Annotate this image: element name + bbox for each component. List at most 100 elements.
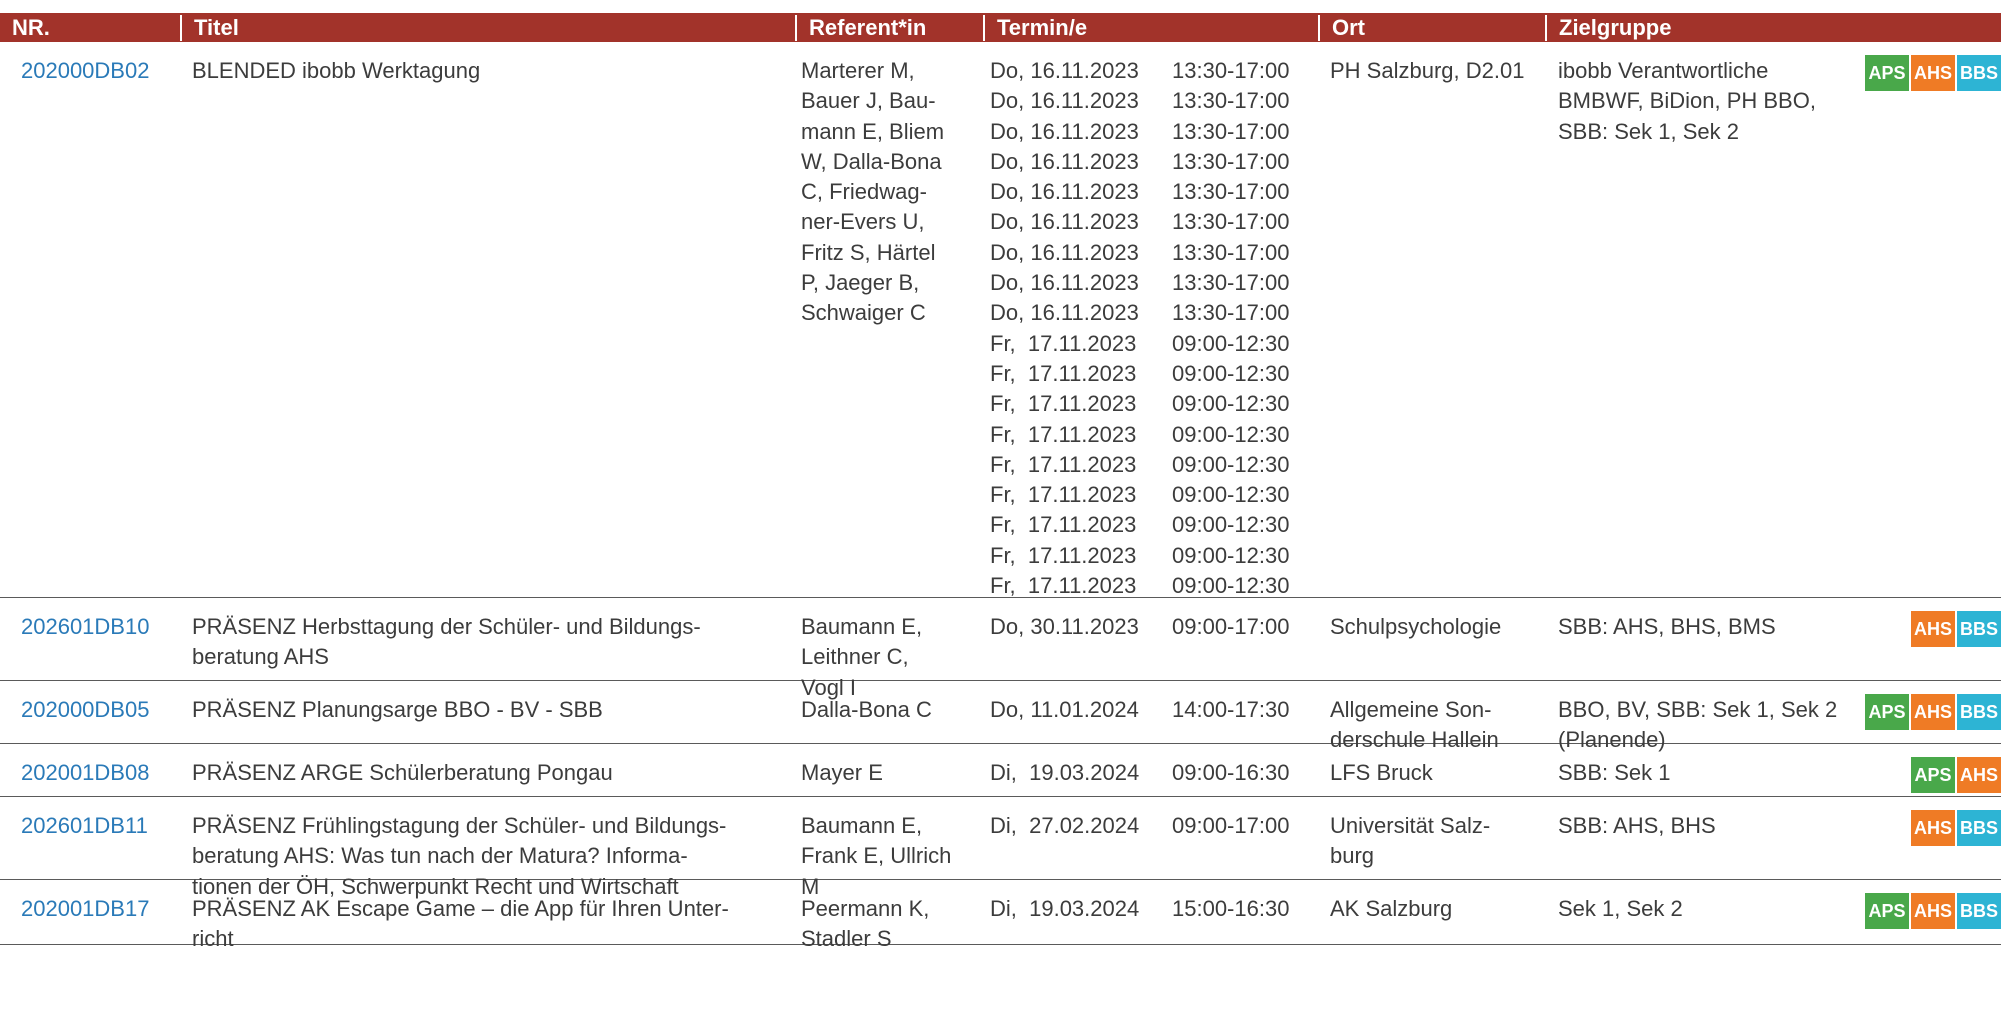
table-row: 202001DB08 PRÄSENZ ARGE Schülerberatung P…: [0, 744, 2001, 797]
event-referent-line: Baumann E,: [801, 813, 923, 838]
event-ort-line: LFS Bruck: [1330, 760, 1433, 785]
termin-time: 13:30-17:00: [1172, 88, 1290, 114]
termin-time: 09:00-16:30: [1172, 760, 1290, 785]
termin-line: Fr, 17.11.2023 09:00-12:30: [990, 541, 1310, 571]
termin-line: Do, 16.11.2023 13:30-17:00: [990, 86, 1310, 116]
school-type-badges: APS AHS BBS: [1863, 55, 2001, 91]
event-number-link[interactable]: 202001DB17: [21, 894, 149, 924]
event-number-link[interactable]: 202601DB10: [21, 612, 149, 642]
badge-aps: APS: [1911, 757, 1955, 793]
col-header-ort: Ort: [1318, 15, 1365, 41]
termin-date: Fr, 17.11.2023: [990, 391, 1137, 417]
event-number-link[interactable]: 202000DB05: [21, 695, 149, 725]
termin-line: Do, 16.11.2023 13:30-17:00: [990, 298, 1310, 328]
termin-date: Fr, 17.11.2023: [990, 421, 1137, 447]
event-ort: Schulpsychologie: [1330, 612, 1550, 642]
event-referent-line: Frank E, Ullrich: [801, 843, 952, 869]
termin-time: 09:00-17:00: [1172, 813, 1290, 838]
event-referent-line: Schwaiger C: [801, 300, 926, 326]
event-referent: Mayer E: [801, 758, 981, 788]
event-zielgruppe: ibobb Verantwortliche BMBWF, BiDion, PH B…: [1558, 56, 1858, 147]
termin-line: Do, 16.11.2023 13:30-17:00: [990, 177, 1310, 207]
badge-aps: APS: [1865, 893, 1909, 929]
termin-time: 09:00-12:30: [1172, 573, 1290, 599]
event-referent-line: Leithner C,: [801, 644, 909, 670]
termin-line: Fr, 17.11.2023 09:00-12:30: [990, 389, 1310, 419]
event-zielgruppe-line: ibobb Verantwortliche: [1558, 58, 1769, 83]
event-referent-line: P, Jaeger B,: [801, 270, 920, 296]
col-header-termin: Termin/e: [983, 15, 1087, 41]
termin-date: Do, 16.11.2023: [990, 209, 1139, 235]
event-number-link[interactable]: 202001DB08: [21, 758, 149, 788]
termin-time: 09:00-12:30: [1172, 391, 1290, 417]
termin-date: Di, 27.02.2024: [990, 813, 1140, 838]
termin-line: Fr, 17.11.2023 09:00-12:30: [990, 510, 1310, 540]
termin-date: Do, 16.11.2023: [990, 88, 1139, 114]
event-title: PRÄSENZ Herbsttagung der Schüler- und Bi…: [192, 612, 782, 673]
event-ort: PH Salzburg, D2.01: [1330, 56, 1550, 86]
termin-line: Do, 16.11.2023 13:30-17:00: [990, 117, 1310, 147]
badge-bbs: BBS: [1957, 810, 2001, 846]
event-table: 202000DB02 BLENDED ibobb Werktagung Marter…: [0, 42, 2001, 951]
event-ort: AK Salzburg: [1330, 894, 1550, 924]
termin-date: Do, 16.11.2023: [990, 179, 1139, 205]
event-title-line: BLENDED ibobb Werktagung: [192, 58, 481, 83]
col-header-zielgruppe: Zielgruppe: [1545, 15, 1671, 41]
termin-time: 09:00-12:30: [1172, 330, 1290, 356]
termin-line: Do, 16.11.2023 13:30-17:00: [990, 56, 1310, 86]
termin-time: 13:30-17:00: [1172, 300, 1290, 326]
event-referent-line: Bauer J, Bau-: [801, 88, 936, 114]
event-termine: Di, 19.03.2024 15:00-16:30: [990, 894, 1310, 924]
badge-aps: APS: [1865, 694, 1909, 730]
termin-time: 09:00-12:30: [1172, 542, 1290, 568]
termin-line: Di, 19.03.2024 09:00-16:30: [990, 758, 1310, 788]
col-header-referent: Referent*in: [795, 15, 926, 41]
event-ort-line: AK Salzburg: [1330, 896, 1453, 921]
event-zielgruppe-line: Sek 1, Sek 2: [1558, 896, 1683, 921]
termin-line: Do, 11.01.2024 14:00-17:30: [990, 695, 1310, 725]
event-zielgruppe: SBB: AHS, BHS: [1558, 811, 1858, 841]
event-referent-line: Stadler S: [801, 926, 892, 952]
event-title-line: beratung AHS: [192, 644, 329, 670]
col-header-titel: Titel: [180, 15, 239, 41]
termin-date: Do, 30.11.2023: [990, 614, 1139, 639]
event-title-line: beratung AHS: Was tun nach der Matura? I…: [192, 843, 688, 869]
school-type-badges: AHS BBS: [1909, 810, 2001, 846]
event-referent-line: Mayer E: [801, 760, 883, 785]
event-referent-line: mann E, Bliem: [801, 118, 945, 144]
event-number-link[interactable]: 202000DB02: [21, 56, 149, 86]
event-number-link[interactable]: 202601DB11: [21, 811, 148, 841]
badge-ahs: AHS: [1911, 810, 1955, 846]
termin-line: Fr, 17.11.2023 09:00-12:30: [990, 329, 1310, 359]
termin-line: Do, 16.11.2023 13:30-17:00: [990, 268, 1310, 298]
termin-date: Do, 16.11.2023: [990, 239, 1139, 265]
termin-date: Do, 16.11.2023: [990, 148, 1139, 174]
termin-line: Di, 27.02.2024 09:00-17:00: [990, 811, 1310, 841]
event-ort: LFS Bruck: [1330, 758, 1550, 788]
termin-time: 09:00-12:30: [1172, 451, 1290, 477]
badge-ahs: AHS: [1911, 694, 1955, 730]
event-zielgruppe-line: BBO, BV, SBB: Sek 1, Sek 2: [1558, 697, 1838, 722]
event-termine: Do, 30.11.2023 09:00-17:00: [990, 612, 1310, 642]
event-title-line: PRÄSENZ Herbsttagung der Schüler- und Bi…: [192, 614, 701, 639]
termin-time: 09:00-12:30: [1172, 421, 1290, 447]
event-termine: Di, 19.03.2024 09:00-16:30: [990, 758, 1310, 788]
termin-date: Fr, 17.11.2023: [990, 451, 1137, 477]
event-termine: Di, 27.02.2024 09:00-17:00: [990, 811, 1310, 841]
termin-date: Fr, 17.11.2023: [990, 482, 1137, 508]
termin-line: Do, 16.11.2023 13:30-17:00: [990, 207, 1310, 237]
termin-date: Do, 16.11.2023: [990, 300, 1139, 326]
school-type-badges: APS AHS BBS: [1863, 694, 2001, 730]
badge-ahs: AHS: [1957, 757, 2001, 793]
termin-time: 13:30-17:00: [1172, 148, 1290, 174]
termin-time: 09:00-17:00: [1172, 614, 1290, 639]
event-ort: Universität Salz-burg: [1330, 811, 1550, 872]
event-termine: Do, 16.11.2023 13:30-17:00 Do, 16.11.2023 1…: [990, 56, 1310, 601]
table-row: 202001DB17 PRÄSENZ AK Escape Game – die A…: [0, 880, 2001, 951]
badge-ahs: AHS: [1911, 55, 1955, 91]
event-ort-line: Universität Salz-: [1330, 813, 1491, 838]
termin-date: Do, 16.11.2023: [990, 118, 1139, 144]
table-header: NR. Titel Referent*in Termin/e Ort Zielg…: [0, 13, 2001, 42]
event-referent: Marterer M, Bauer J, Bau-mann E, Bliem W, …: [801, 56, 981, 329]
table-row: 202000DB02 BLENDED ibobb Werktagung Marter…: [0, 42, 2001, 598]
